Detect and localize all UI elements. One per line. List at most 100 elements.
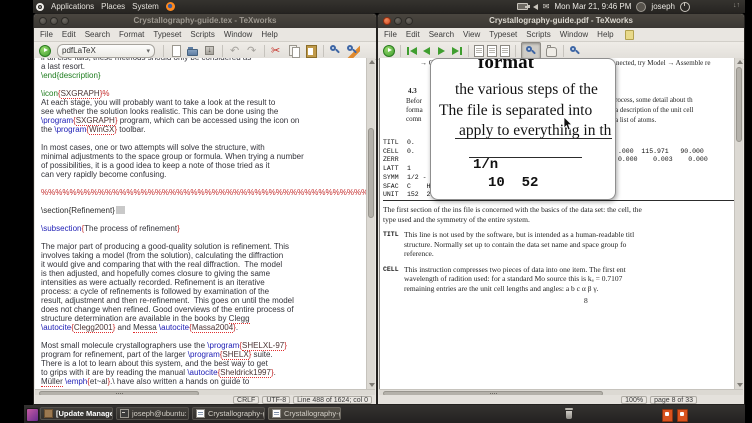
power-icon[interactable]: [680, 1, 690, 12]
menu-item-file[interactable]: File: [40, 30, 53, 39]
hand-tool-button[interactable]: [544, 44, 558, 58]
magnifier-lens[interactable]: format the various steps of the The file…: [430, 58, 616, 200]
toolbar-separator: [400, 44, 401, 57]
workspace-switcher-icon[interactable]: [26, 408, 39, 422]
pdf-preview-pane[interactable]: → Grow t nected, try Model → Assemble re…: [379, 58, 737, 389]
taskbar-item-label: Crystallography-guid...: [284, 409, 341, 418]
menu-item-format[interactable]: Format: [119, 30, 144, 39]
editor-line: intensities as were actually recorded. R…: [41, 278, 368, 287]
actual-size-button[interactable]: [474, 44, 484, 57]
first-page-button[interactable]: [406, 45, 418, 57]
menu-item-edit[interactable]: Edit: [62, 30, 76, 39]
typeset-button[interactable]: [383, 44, 395, 57]
scroll-up-arrow[interactable]: [369, 60, 375, 64]
minimize-button[interactable]: [50, 17, 58, 25]
menu-item-scripts[interactable]: Scripts: [526, 30, 550, 39]
close-button[interactable]: [39, 17, 47, 25]
maximize-button[interactable]: [405, 17, 413, 25]
taskbar-item-1[interactable]: [Update Manager]: [40, 407, 113, 420]
menu-item-help[interactable]: Help: [597, 30, 613, 39]
cut-button[interactable]: [270, 44, 284, 58]
taskbar-item-4[interactable]: Crystallography-guid...: [268, 407, 341, 420]
magnify-icon: [525, 45, 537, 57]
find-button[interactable]: [329, 44, 343, 58]
clock[interactable]: Mon Mar 21, 9:46 PM: [555, 2, 632, 11]
network-arrows-icon: ↓↑: [733, 2, 740, 9]
close-button[interactable]: [383, 17, 391, 25]
ubuntu-logo-icon[interactable]: [36, 2, 44, 11]
taskbar-item-2[interactable]: joseph@ubuntu: ~/De...: [116, 407, 189, 420]
fit-width-button[interactable]: [487, 44, 497, 57]
mail-icon[interactable]: ✉: [543, 0, 550, 13]
scroll-down-arrow[interactable]: [737, 383, 743, 387]
editor-vertical-scrollbar[interactable]: [366, 58, 375, 389]
code-cell: 1/2 -: [407, 173, 427, 181]
next-page-button[interactable]: [436, 45, 448, 57]
menu-item-search[interactable]: Search: [85, 30, 110, 39]
code-segment: \section: [41, 206, 69, 215]
paragraph-line: reference.: [404, 249, 434, 258]
redo-button[interactable]: [245, 44, 259, 58]
menu-applications[interactable]: Applications: [51, 0, 94, 13]
top-panel: Applications Places System ✉ Mon Mar 21,…: [33, 0, 745, 13]
taskbar-item-3[interactable]: Crystallography-guid...: [192, 407, 265, 420]
user-avatar[interactable]: [636, 1, 647, 12]
editor-line: minimal adjustments to the space group o…: [41, 152, 368, 161]
paste-button[interactable]: [304, 44, 318, 58]
engine-select[interactable]: pdfLaTeX ▾: [57, 43, 155, 58]
save-button[interactable]: [203, 44, 217, 58]
new-button[interactable]: [169, 44, 183, 58]
page-paragraphs: The first section of the ins file is con…: [383, 205, 735, 299]
volume-icon[interactable]: [524, 3, 538, 10]
typeset-button[interactable]: [39, 44, 51, 57]
magnifier-button[interactable]: [521, 42, 541, 59]
open-button[interactable]: [186, 44, 200, 58]
menu-item-view[interactable]: View: [463, 30, 480, 39]
line-ending-chip: CRLF: [233, 395, 260, 404]
last-page-button[interactable]: [451, 45, 463, 57]
texworks-mini-icon[interactable]: [677, 409, 688, 422]
scrollbar-thumb[interactable]: [736, 67, 742, 142]
code-segment: see whether the solution looks realistic…: [41, 107, 279, 116]
paragraph-label: CELL: [383, 265, 399, 273]
replace-button[interactable]: [346, 43, 360, 58]
menu-item-file[interactable]: File: [384, 30, 397, 39]
fit-window-button[interactable]: [500, 44, 510, 57]
menu-item-search[interactable]: Search: [429, 30, 454, 39]
menu-item-scripts[interactable]: Scripts: [190, 30, 214, 39]
trash-icon[interactable]: [563, 408, 575, 420]
menu-item-typeset[interactable]: Typeset: [489, 30, 517, 39]
firefox-icon[interactable]: [165, 2, 175, 11]
minimize-button[interactable]: [394, 17, 402, 25]
paragraph-label: TITL: [383, 231, 399, 238]
copy-button[interactable]: [287, 44, 301, 58]
maximize-button[interactable]: [61, 17, 69, 25]
undo-button[interactable]: [228, 44, 242, 58]
code-segment: .: [235, 323, 239, 332]
code-cell: .000 115.971 90.000: [618, 147, 704, 155]
code-segment: \program: [187, 350, 220, 359]
previous-page-button[interactable]: [421, 45, 433, 57]
menu-places[interactable]: Places: [101, 0, 125, 13]
editor-titlebar[interactable]: Crystallography-guide.tex - TeXworks: [34, 14, 376, 28]
user-name[interactable]: joseph: [651, 2, 675, 11]
menu-item-help[interactable]: Help: [261, 30, 277, 39]
scroll-up-arrow[interactable]: [737, 60, 743, 64]
menu-item-window[interactable]: Window: [224, 30, 252, 39]
pdf-vertical-scrollbar[interactable]: [734, 58, 743, 389]
menu-item-edit[interactable]: Edit: [406, 30, 420, 39]
pdf-titlebar[interactable]: Crystallography-guide.pdf - TeXworks: [378, 14, 744, 28]
editor-text-area[interactable]: if all else fails, these methods should …: [35, 58, 368, 389]
texworks-mini-icon[interactable]: [662, 409, 673, 422]
find-button[interactable]: [569, 45, 581, 57]
code-segment: %: [102, 89, 110, 98]
menu-system[interactable]: System: [132, 0, 159, 13]
menu-item-window[interactable]: Window: [560, 30, 588, 39]
code-segment: program, which can be accessed using the…: [117, 116, 300, 125]
scroll-down-arrow[interactable]: [369, 383, 375, 387]
code-segment: The major part of producing a good-quali…: [41, 242, 289, 251]
menu-item-typeset[interactable]: Typeset: [153, 30, 181, 39]
scrollbar-thumb[interactable]: [368, 128, 374, 218]
